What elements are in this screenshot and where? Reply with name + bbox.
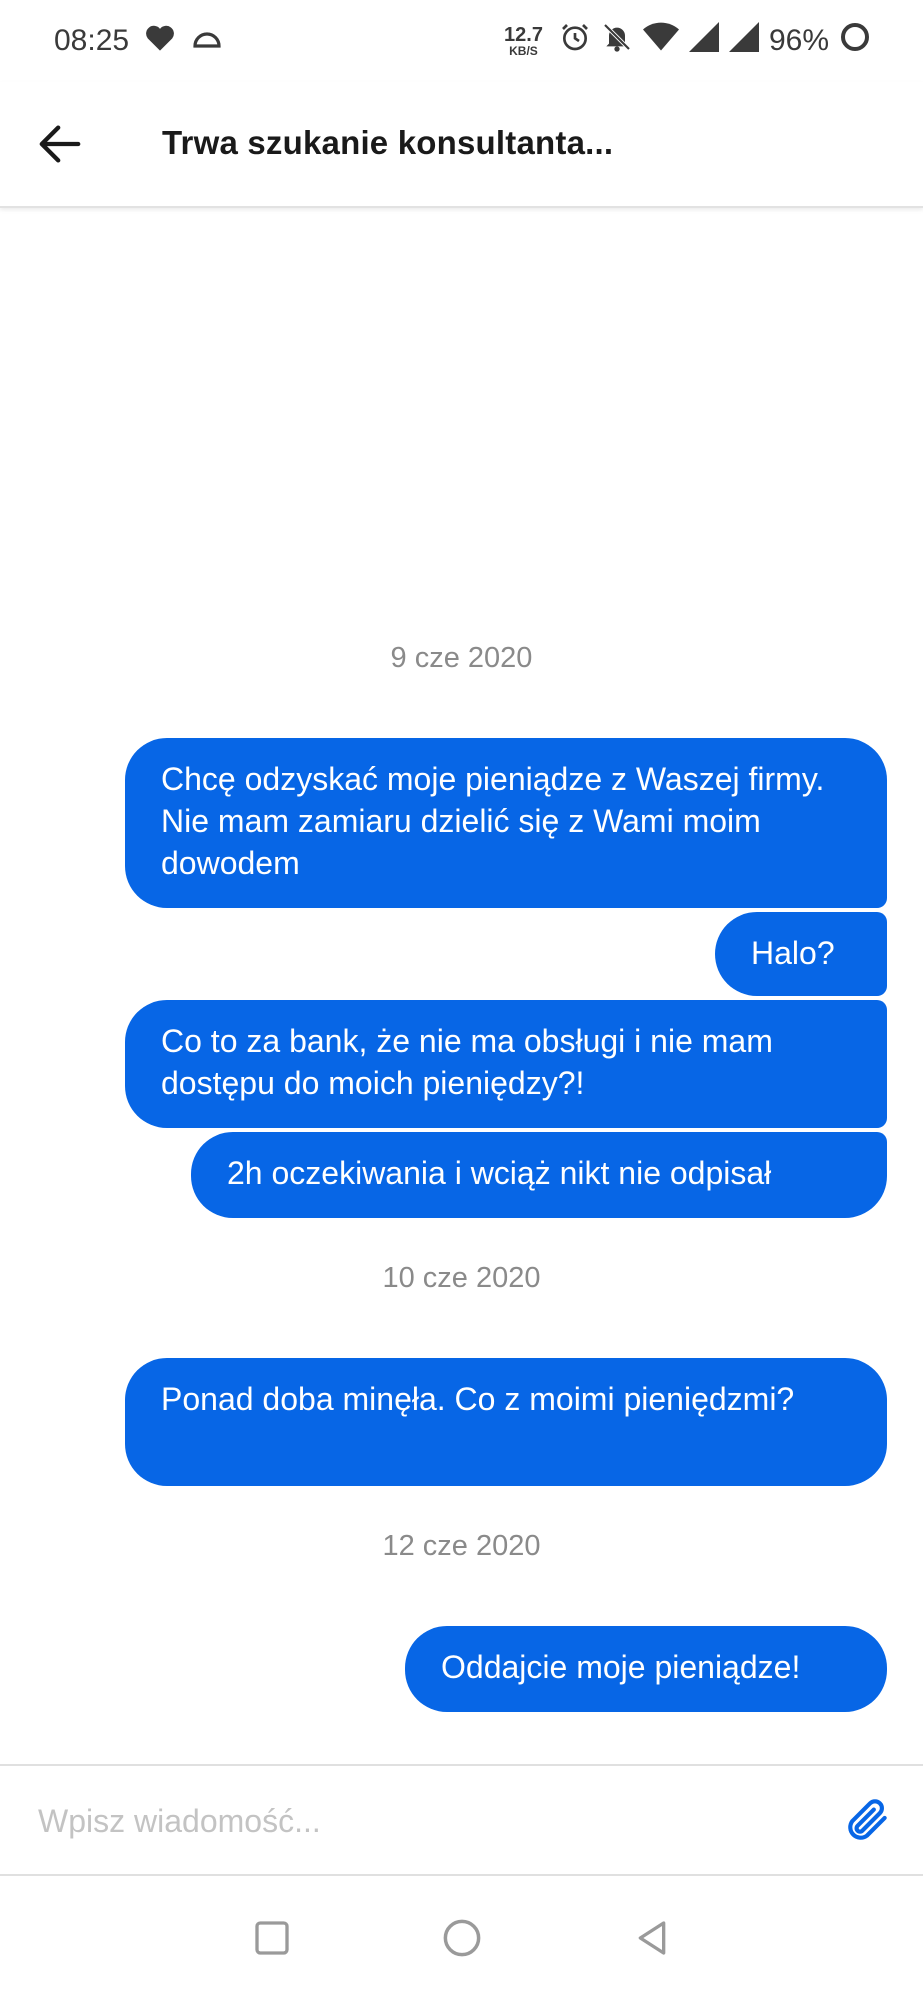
message-bubble[interactable]: 2h oczekiwania i wciąż nikt nie odpisał [191,1132,887,1218]
date-separator: 12 cze 2020 [382,1530,541,1562]
recents-button[interactable] [244,1910,300,1966]
chat-screen: 08:25 12.7 KB/S 96% Trwa szukanie konsul… [0,0,923,2000]
bell-off-icon [601,21,633,61]
date-separator: 9 cze 2020 [390,642,533,674]
status-right: 12.7 KB/S 96% [504,21,871,61]
net-speed-value: 12.7 [504,24,543,46]
message-bubble[interactable]: Oddajcie moje pieniądze! [405,1626,887,1712]
page-title: Trwa szukanie konsultanta... [162,124,614,161]
message-bubble[interactable]: Ponad doba minęła. Co z moimi pieniędzmi… [125,1358,887,1486]
status-bar: 08:25 12.7 KB/S 96% [0,0,923,82]
paperclip-icon [848,1799,887,1840]
message-bubble[interactable]: Halo? [715,912,887,996]
message-bubble[interactable]: Co to za bank, że nie ma obsługi i nie m… [125,1000,887,1128]
arrow-left-icon [39,125,81,163]
signal-icon [688,22,719,60]
message-input[interactable] [36,1790,800,1852]
triangle-left-icon [638,1921,666,1955]
cloud-icon [191,24,223,58]
alarm-icon [559,21,591,61]
signal-icon-secondary [728,22,759,60]
back-nav-button[interactable] [624,1910,680,1966]
heart-icon [143,22,177,60]
home-button[interactable] [434,1910,490,1966]
battery-text: 96% [768,24,829,57]
battery-ring-icon [839,21,871,61]
app-header: Trwa szukanie konsultanta... [0,82,923,208]
back-button[interactable] [30,114,90,174]
date-separator: 10 cze 2020 [382,1262,541,1294]
net-speed-unit: KB/S [509,44,538,58]
wifi-icon [642,22,679,60]
attach-button[interactable] [840,1792,896,1848]
message-bubble[interactable]: Chcę odzyskać moje pieniądze z Waszej fi… [125,738,887,908]
status-left: 08:25 [54,22,223,60]
system-nav-bar [0,1876,923,2000]
net-speed: 12.7 KB/S [504,25,543,57]
chat-thread[interactable]: 9 cze 2020 Chcę odzyskać moje pieniądze … [0,208,923,1764]
status-time: 08:25 [54,24,130,57]
square-icon [255,1921,289,1955]
circle-icon [443,1919,481,1957]
message-composer [0,1764,923,1876]
